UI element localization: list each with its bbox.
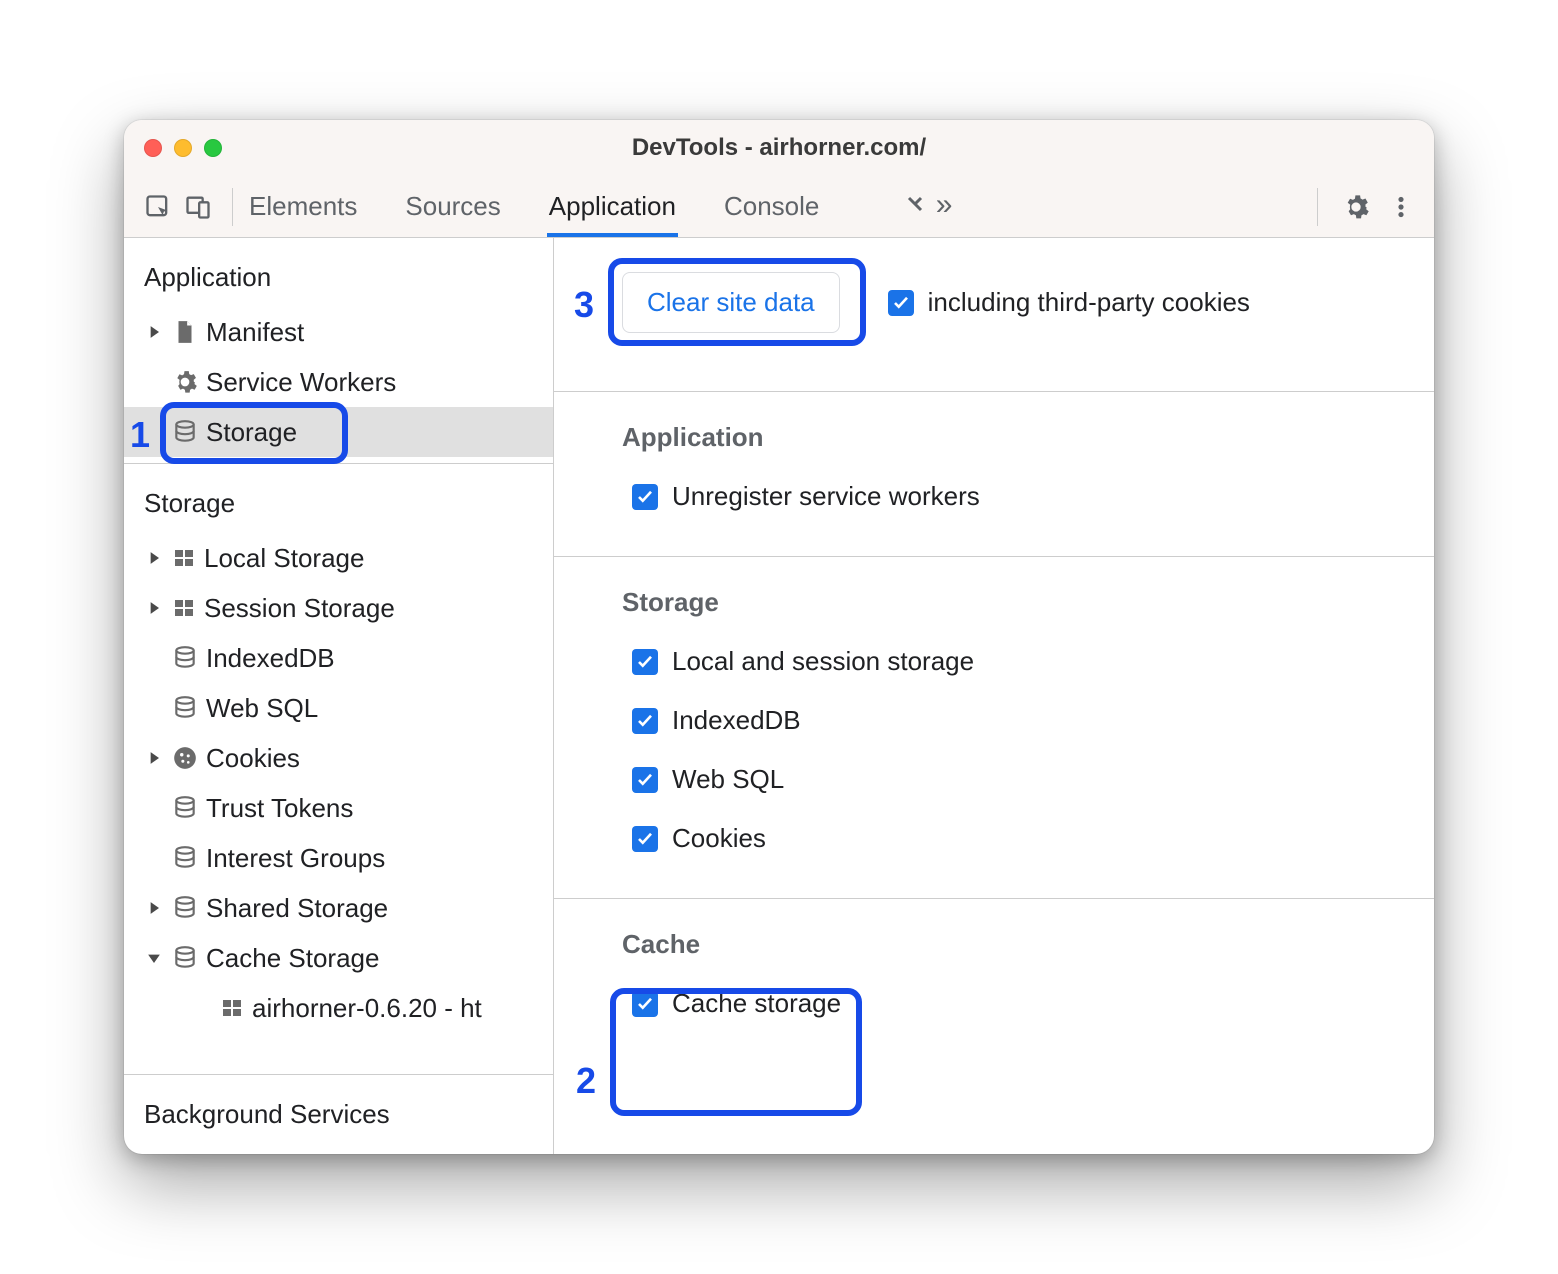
checkbox-label: IndexedDB bbox=[672, 705, 801, 736]
sidebar-item-websql[interactable]: Web SQL bbox=[124, 683, 553, 733]
checkbox-indexeddb[interactable]: IndexedDB bbox=[554, 691, 1434, 750]
sidebar-item-label: airhorner-0.6.20 - ht bbox=[252, 993, 482, 1024]
checkmark-icon bbox=[632, 708, 658, 734]
sidebar-item-label: Web SQL bbox=[206, 693, 318, 724]
tab-console[interactable]: Console bbox=[724, 177, 819, 236]
checkbox-label: Cookies bbox=[672, 823, 766, 854]
expander-icon[interactable] bbox=[144, 548, 164, 568]
database-icon bbox=[172, 795, 198, 821]
sidebar-item-manifest[interactable]: Manifest bbox=[124, 307, 553, 357]
more-tabs-button[interactable]: » bbox=[903, 190, 952, 224]
checkbox-label: including third-party cookies bbox=[928, 287, 1250, 318]
checkbox-websql[interactable]: Web SQL bbox=[554, 750, 1434, 809]
sidebar-item-storage[interactable]: Storage bbox=[124, 407, 553, 457]
checkbox-third-party-cookies[interactable]: including third-party cookies bbox=[888, 287, 1250, 318]
tab-application[interactable]: Application bbox=[549, 177, 676, 236]
cookie-icon bbox=[172, 745, 198, 771]
sidebar-item-cookies[interactable]: Cookies bbox=[124, 733, 553, 783]
sidebar-item-label: Service Workers bbox=[206, 367, 396, 398]
group-title-application: Application bbox=[554, 392, 1434, 467]
gear-icon bbox=[172, 369, 198, 395]
devtools-tabs-bar: Elements Sources Application Console » bbox=[124, 176, 1434, 238]
checkbox-label: Cache storage bbox=[672, 988, 841, 1019]
sidebar-item-session-storage[interactable]: Session Storage bbox=[124, 583, 553, 633]
tab-elements[interactable]: Elements bbox=[249, 177, 357, 236]
checkmark-icon bbox=[632, 826, 658, 852]
database-icon bbox=[172, 945, 198, 971]
sidebar-item-cache-storage[interactable]: Cache Storage bbox=[124, 933, 553, 983]
settings-gear-icon[interactable] bbox=[1342, 193, 1370, 221]
sidebar-section-storage: Storage bbox=[124, 464, 553, 533]
sidebar-item-trust-tokens[interactable]: Trust Tokens bbox=[124, 783, 553, 833]
sidebar-item-label: Storage bbox=[206, 417, 297, 448]
sidebar-section-background: Background Services bbox=[124, 1075, 553, 1154]
expander-icon[interactable] bbox=[144, 748, 164, 768]
devtools-window: DevTools - airhorner.com/ bbox=[124, 120, 1434, 1154]
expander-icon[interactable] bbox=[144, 598, 164, 618]
sidebar-item-service-workers[interactable]: Service Workers bbox=[124, 357, 553, 407]
expander-down-icon[interactable] bbox=[144, 948, 164, 968]
sidebar-item-label: Local Storage bbox=[204, 543, 364, 574]
sidebar-item-interest-groups[interactable]: Interest Groups bbox=[124, 833, 553, 883]
sidebar-item-label: IndexedDB bbox=[206, 643, 335, 674]
sidebar-item-label: Cookies bbox=[206, 743, 300, 774]
tab-sources[interactable]: Sources bbox=[405, 177, 500, 236]
sidebar-item-indexeddb[interactable]: IndexedDB bbox=[124, 633, 553, 683]
titlebar: DevTools - airhorner.com/ bbox=[124, 120, 1434, 176]
device-toggle-icon[interactable] bbox=[184, 193, 212, 221]
sidebar-item-label: Session Storage bbox=[204, 593, 395, 624]
checkmark-icon bbox=[888, 290, 914, 316]
table-icon bbox=[172, 596, 196, 620]
storage-panel: Clear site data including third-party co… bbox=[554, 238, 1434, 1154]
tabs-separator bbox=[232, 188, 233, 226]
checkbox-local-session-storage[interactable]: Local and session storage bbox=[554, 632, 1434, 691]
file-icon bbox=[172, 319, 198, 345]
database-icon bbox=[172, 419, 198, 445]
table-icon bbox=[220, 996, 244, 1020]
checkbox-label: Web SQL bbox=[672, 764, 784, 795]
checkmark-icon bbox=[632, 649, 658, 675]
checkmark-icon bbox=[632, 767, 658, 793]
sidebar-item-label: Shared Storage bbox=[206, 893, 388, 924]
sidebar-item-label: Manifest bbox=[206, 317, 304, 348]
tabs-separator-right bbox=[1317, 188, 1318, 226]
sidebar-item-shared-storage[interactable]: Shared Storage bbox=[124, 883, 553, 933]
sidebar-item-label: Cache Storage bbox=[206, 943, 379, 974]
database-icon bbox=[172, 645, 198, 671]
kebab-menu-icon[interactable] bbox=[1388, 194, 1414, 220]
group-title-storage: Storage bbox=[554, 557, 1434, 632]
checkbox-unregister-service-workers[interactable]: Unregister service workers bbox=[554, 467, 1434, 526]
database-icon bbox=[172, 895, 198, 921]
checkmark-icon bbox=[632, 484, 658, 510]
checkmark-icon bbox=[632, 991, 658, 1017]
window-title: DevTools - airhorner.com/ bbox=[124, 134, 1434, 162]
checkbox-label: Local and session storage bbox=[672, 646, 974, 677]
checkbox-cookies[interactable]: Cookies bbox=[554, 809, 1434, 868]
table-icon bbox=[172, 546, 196, 570]
application-sidebar: Application Manifest Service Worker bbox=[124, 238, 554, 1154]
database-icon bbox=[172, 695, 198, 721]
sidebar-item-label: Trust Tokens bbox=[206, 793, 353, 824]
database-icon bbox=[172, 845, 198, 871]
checkbox-cache-storage[interactable]: Cache storage bbox=[554, 974, 1434, 1033]
sidebar-item-cache-entry[interactable]: airhorner-0.6.20 - ht bbox=[124, 983, 553, 1033]
expander-icon[interactable] bbox=[144, 898, 164, 918]
sidebar-item-local-storage[interactable]: Local Storage bbox=[124, 533, 553, 583]
sidebar-item-label: Interest Groups bbox=[206, 843, 385, 874]
expander-icon[interactable] bbox=[144, 322, 164, 342]
clear-site-data-button[interactable]: Clear site data bbox=[622, 272, 840, 333]
sidebar-section-application: Application bbox=[124, 238, 553, 307]
inspect-icon[interactable] bbox=[144, 193, 172, 221]
checkbox-label: Unregister service workers bbox=[672, 481, 980, 512]
group-title-cache: Cache bbox=[554, 899, 1434, 974]
